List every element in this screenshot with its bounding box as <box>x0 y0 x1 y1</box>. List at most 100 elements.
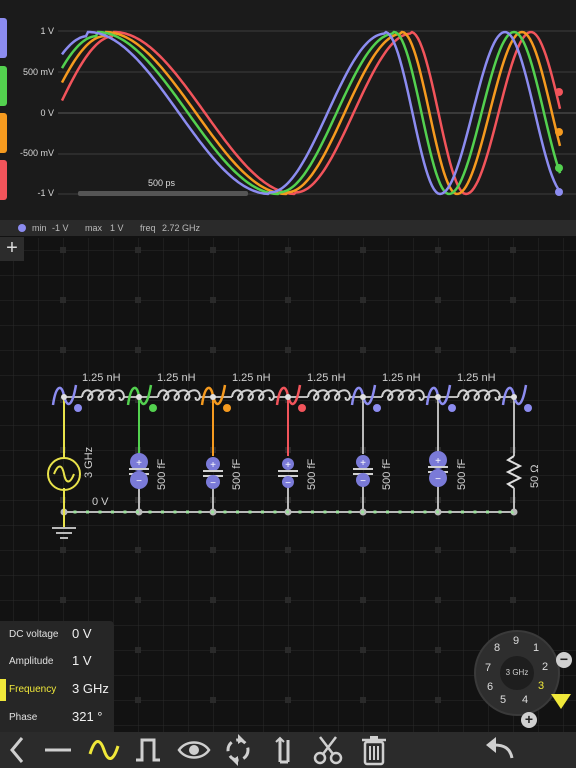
grid-dot <box>210 547 216 553</box>
dial-step-down-arrow[interactable] <box>551 694 571 709</box>
inductor-label-2: 1.25 nH <box>157 372 196 384</box>
parameter-panel: DC voltage 0 V Amplitude 1 V Frequency 3… <box>0 621 114 732</box>
dial-increment-button[interactable]: + <box>521 712 537 728</box>
current-dot <box>486 510 489 514</box>
dial-digit-7[interactable]: 7 <box>481 662 495 676</box>
minus-glyph: − <box>136 476 142 487</box>
dial-digit-4[interactable]: 4 <box>518 694 532 708</box>
trash-icon[interactable] <box>356 732 392 768</box>
selection-marker <box>0 679 6 701</box>
y-label-minus-1v: -1 V <box>37 188 54 198</box>
add-probe-button[interactable]: + <box>0 237 24 261</box>
grid-dot <box>510 597 516 603</box>
minus-glyph: − <box>285 478 291 489</box>
dial-digit-5[interactable]: 5 <box>496 694 510 708</box>
trace-end-dot <box>555 88 563 96</box>
capacitor-label-2: 500 fF <box>231 459 243 490</box>
ac-source-tool-icon[interactable] <box>86 732 122 768</box>
timebase-bar[interactable] <box>78 191 248 196</box>
source-frequency-label: 3 GHz <box>83 447 95 478</box>
grid-dot <box>360 347 366 353</box>
dial-decrement-button[interactable]: − <box>556 652 572 668</box>
node-probe-dot[interactable] <box>298 404 306 412</box>
current-dot <box>123 510 127 514</box>
dial-digit-9[interactable]: 9 <box>509 635 523 649</box>
grid-dot <box>210 697 216 703</box>
grid-dot <box>135 597 141 603</box>
cut-icon[interactable] <box>310 732 346 768</box>
undo-icon[interactable] <box>482 732 518 768</box>
inductor-label-1: 1.25 nH <box>82 372 121 384</box>
grid-dot <box>285 597 291 603</box>
grid-dot <box>60 247 66 253</box>
current-dot <box>448 510 452 514</box>
y-label-1v: 1 V <box>40 26 54 36</box>
y-label-500mv: 500 mV <box>22 67 54 77</box>
current-dot <box>298 510 302 514</box>
grid-dot <box>285 547 291 553</box>
current-dot <box>386 510 389 514</box>
param-frequency[interactable]: Frequency 3 GHz <box>0 676 114 703</box>
current-dot <box>98 510 102 514</box>
wire-tool-icon[interactable] <box>40 732 76 768</box>
node-probe-dot[interactable] <box>524 404 532 412</box>
ground-tool-icon[interactable] <box>266 732 302 768</box>
param-value: 3 GHz <box>72 681 109 696</box>
current-dot <box>236 510 239 514</box>
node-probe-dot[interactable] <box>448 404 456 412</box>
current-dot <box>136 510 139 514</box>
node-junction <box>285 394 291 400</box>
grid-dot <box>135 697 141 703</box>
current-dot <box>336 510 339 514</box>
grid-dot <box>435 597 441 603</box>
dial-digit-2[interactable]: 2 <box>538 661 552 675</box>
current-dot <box>411 510 414 514</box>
pulse-tool-icon[interactable] <box>130 732 166 768</box>
freq-label: freq <box>140 223 156 233</box>
node-probe-dot[interactable] <box>74 404 82 412</box>
capacitor-label-5: 500 fF <box>456 459 468 490</box>
back-icon[interactable] <box>0 732 36 768</box>
grid-dot <box>285 347 291 353</box>
dial-digit-8[interactable]: 8 <box>490 642 504 656</box>
current-dot <box>111 510 114 514</box>
node-probe-dot[interactable] <box>373 404 381 412</box>
param-label: Frequency <box>9 684 57 695</box>
grid-dot <box>285 297 291 303</box>
node-probe-dot[interactable] <box>149 404 157 412</box>
grid-dot <box>435 647 441 653</box>
current-dot <box>423 510 427 514</box>
dial-digit-6[interactable]: 6 <box>483 681 497 695</box>
grid-dot <box>135 347 141 353</box>
probe-eye-icon[interactable] <box>176 732 212 768</box>
param-amplitude[interactable]: Amplitude 1 V <box>0 648 114 675</box>
dial-center-value: 3 GHz <box>500 656 534 690</box>
oscilloscope[interactable]: 1 V 500 mV 0 V -500 mV -1 V 500 ps <box>0 0 576 220</box>
scope-traces <box>60 30 563 196</box>
plus-glyph: + <box>435 456 441 467</box>
bottom-toolbar <box>0 732 576 768</box>
grid-dot <box>210 647 216 653</box>
capacitor-label-4: 500 fF <box>381 459 393 490</box>
current-dot <box>86 510 89 514</box>
param-dc-voltage[interactable]: DC voltage 0 V <box>0 621 114 648</box>
current-dot <box>461 510 464 514</box>
probe-info-bar: min -1 V max 1 V freq 2.72 GHz <box>0 220 576 236</box>
rotate-icon[interactable] <box>220 732 256 768</box>
grid-dot <box>435 297 441 303</box>
capacitor-label-1: 500 fF <box>156 459 168 490</box>
grid-dot <box>360 697 366 703</box>
grid-dot <box>135 297 141 303</box>
capacitor-label-3: 500 fF <box>306 459 318 490</box>
value-dial[interactable]: 3 GHz 9 8 7 6 5 4 3 2 1 <box>474 630 560 716</box>
grid-dot <box>360 547 366 553</box>
dial-digit-1[interactable]: 1 <box>529 642 543 656</box>
node-junction <box>435 394 441 400</box>
dial-digit-3[interactable]: 3 <box>534 680 548 694</box>
current-dot <box>261 510 264 514</box>
plus-glyph: + <box>360 458 366 469</box>
node-probe-dot[interactable] <box>223 404 231 412</box>
inductor-label-5: 1.25 nH <box>382 372 421 384</box>
param-phase[interactable]: Phase 321 ° <box>0 704 114 731</box>
min-label: min <box>32 223 47 233</box>
